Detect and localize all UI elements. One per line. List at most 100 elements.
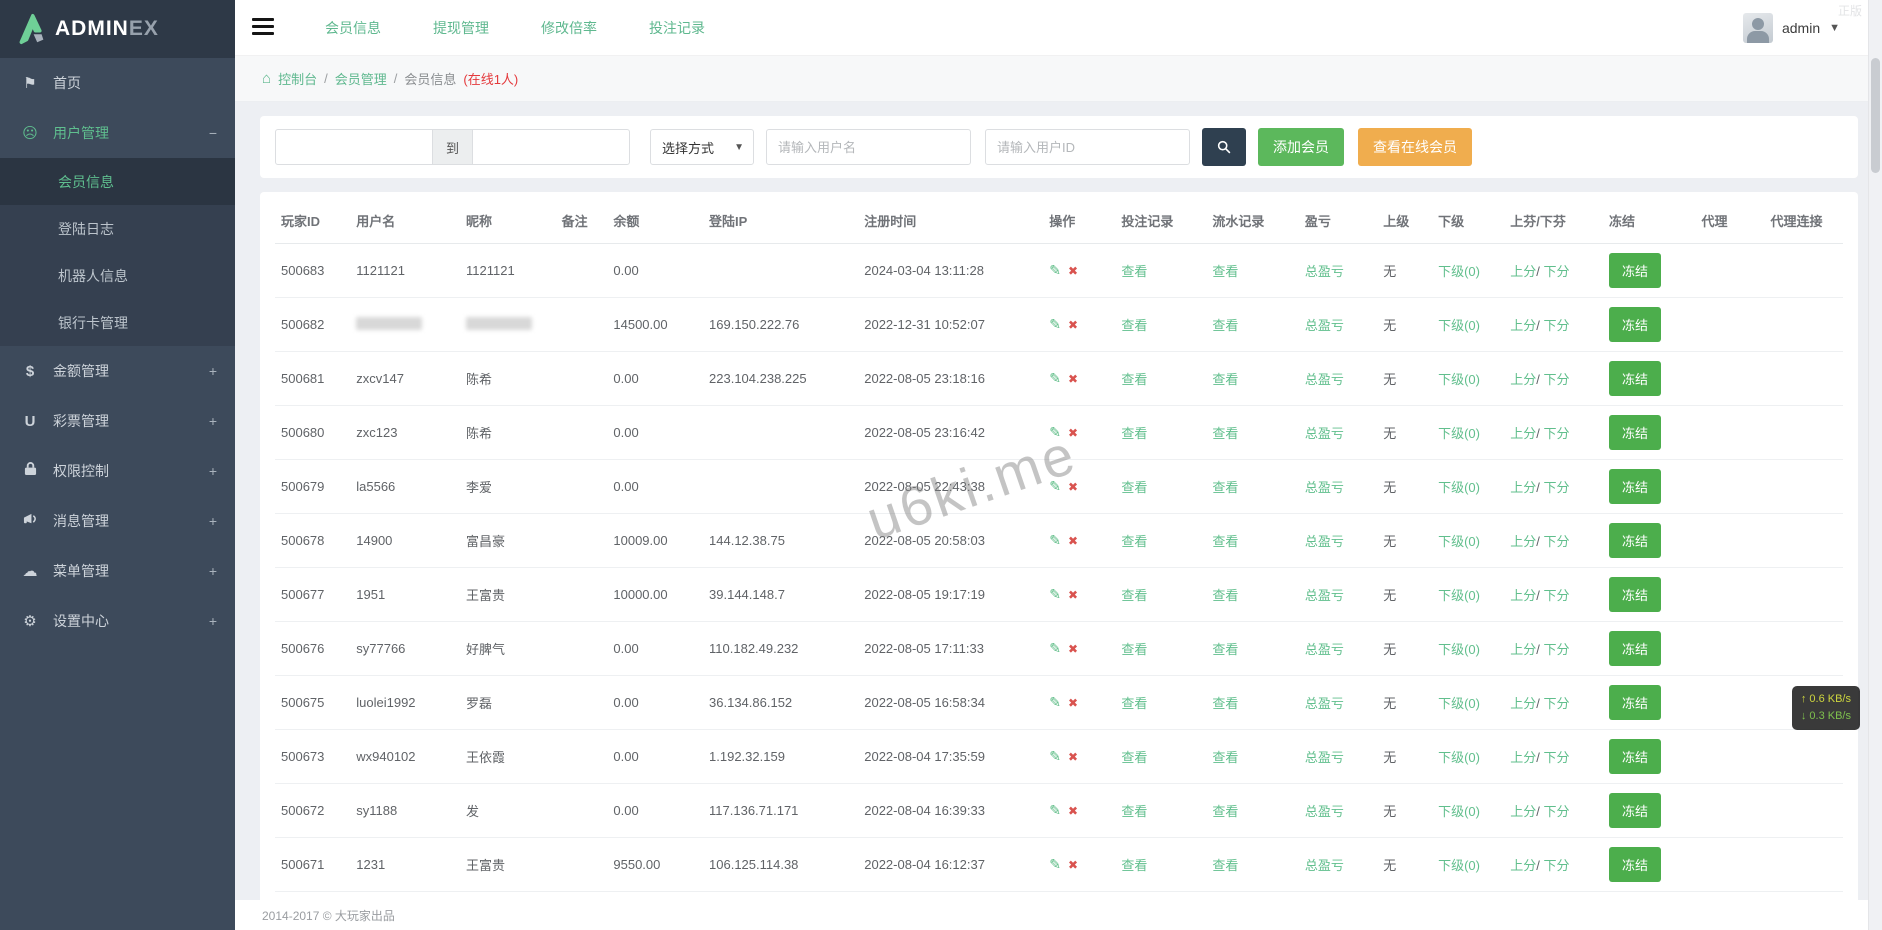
freeze-button[interactable]: 冻结 (1609, 739, 1662, 774)
scrollbar[interactable] (1868, 0, 1882, 930)
flow-records-link[interactable]: 查看 (1212, 696, 1238, 711)
add-points-link[interactable]: 上分 (1510, 588, 1536, 603)
edit-icon[interactable]: ✎ (1049, 262, 1061, 278)
subordinate-link[interactable]: 下级(0) (1438, 318, 1480, 333)
sub-points-link[interactable]: 下分 (1543, 642, 1569, 657)
topnav-withdraw-management[interactable]: 提现管理 (433, 18, 489, 38)
bet-records-link[interactable]: 查看 (1121, 426, 1147, 441)
add-points-link[interactable]: 上分 (1510, 264, 1536, 279)
delete-icon[interactable]: ✖ (1068, 642, 1078, 656)
delete-icon[interactable]: ✖ (1068, 480, 1078, 494)
flow-records-link[interactable]: 查看 (1212, 804, 1238, 819)
subordinate-link[interactable]: 下级(0) (1438, 426, 1480, 441)
total-profit-link[interactable]: 总盈亏 (1305, 858, 1344, 873)
flow-records-link[interactable]: 查看 (1212, 318, 1238, 333)
bet-records-link[interactable]: 查看 (1121, 264, 1147, 279)
total-profit-link[interactable]: 总盈亏 (1305, 804, 1344, 819)
total-profit-link[interactable]: 总盈亏 (1305, 426, 1344, 441)
sidebar-subitem-robot-info[interactable]: 机器人信息 (0, 252, 235, 299)
sidebar-subitem-bank-card[interactable]: 银行卡管理 (0, 299, 235, 346)
subordinate-link[interactable]: 下级(0) (1438, 804, 1480, 819)
bet-records-link[interactable]: 查看 (1121, 696, 1147, 711)
add-points-link[interactable]: 上分 (1510, 480, 1536, 495)
freeze-button[interactable]: 冻结 (1609, 415, 1662, 450)
edit-icon[interactable]: ✎ (1049, 370, 1061, 386)
add-member-button[interactable]: 添加会员 (1258, 128, 1345, 166)
delete-icon[interactable]: ✖ (1068, 858, 1078, 872)
edit-icon[interactable]: ✎ (1049, 316, 1061, 332)
delete-icon[interactable]: ✖ (1068, 372, 1078, 386)
sub-points-link[interactable]: 下分 (1543, 588, 1569, 603)
username-search-input[interactable] (766, 129, 972, 165)
freeze-button[interactable]: 冻结 (1609, 469, 1662, 504)
add-points-link[interactable]: 上分 (1510, 318, 1536, 333)
flow-records-link[interactable]: 查看 (1212, 750, 1238, 765)
total-profit-link[interactable]: 总盈亏 (1305, 750, 1344, 765)
sub-points-link[interactable]: 下分 (1543, 318, 1569, 333)
edit-icon[interactable]: ✎ (1049, 640, 1061, 656)
date-from-input[interactable] (275, 129, 433, 165)
bet-records-link[interactable]: 查看 (1121, 534, 1147, 549)
delete-icon[interactable]: ✖ (1068, 750, 1078, 764)
sub-points-link[interactable]: 下分 (1543, 372, 1569, 387)
add-points-link[interactable]: 上分 (1510, 696, 1536, 711)
sidebar-item-home[interactable]: ⚑ 首页 (0, 58, 235, 108)
freeze-button[interactable]: 冻结 (1609, 523, 1662, 558)
sub-points-link[interactable]: 下分 (1543, 534, 1569, 549)
sub-points-link[interactable]: 下分 (1543, 804, 1569, 819)
subordinate-link[interactable]: 下级(0) (1438, 480, 1480, 495)
sub-points-link[interactable]: 下分 (1543, 426, 1569, 441)
bet-records-link[interactable]: 查看 (1121, 318, 1147, 333)
freeze-button[interactable]: 冻结 (1609, 307, 1662, 342)
view-online-members-button[interactable]: 查看在线会员 (1358, 128, 1473, 166)
subordinate-link[interactable]: 下级(0) (1438, 264, 1480, 279)
breadcrumb-member-management[interactable]: 会员管理 (335, 69, 387, 88)
bet-records-link[interactable]: 查看 (1121, 858, 1147, 873)
select-mode-dropdown[interactable]: 选择方式 ▼ (650, 129, 755, 165)
date-to-input[interactable] (472, 129, 631, 165)
add-points-link[interactable]: 上分 (1510, 858, 1536, 873)
add-points-link[interactable]: 上分 (1510, 534, 1536, 549)
bet-records-link[interactable]: 查看 (1121, 642, 1147, 657)
flow-records-link[interactable]: 查看 (1212, 588, 1238, 603)
topnav-modify-odds[interactable]: 修改倍率 (541, 18, 597, 38)
freeze-button[interactable]: 冻结 (1609, 793, 1662, 828)
sidebar-item-user-management[interactable]: ☹ 用户管理 − (0, 108, 235, 158)
bet-records-link[interactable]: 查看 (1121, 480, 1147, 495)
sidebar-item-settings-center[interactable]: ⚙ 设置中心 + (0, 596, 235, 646)
topnav-member-info[interactable]: 会员信息 (325, 18, 381, 38)
total-profit-link[interactable]: 总盈亏 (1305, 480, 1344, 495)
add-points-link[interactable]: 上分 (1510, 642, 1536, 657)
subordinate-link[interactable]: 下级(0) (1438, 858, 1480, 873)
subordinate-link[interactable]: 下级(0) (1438, 696, 1480, 711)
delete-icon[interactable]: ✖ (1068, 264, 1078, 278)
freeze-button[interactable]: 冻结 (1609, 685, 1662, 720)
sub-points-link[interactable]: 下分 (1543, 750, 1569, 765)
sidebar-item-permission-control[interactable]: 权限控制 + (0, 446, 235, 496)
total-profit-link[interactable]: 总盈亏 (1305, 642, 1344, 657)
sub-points-link[interactable]: 下分 (1543, 264, 1569, 279)
bet-records-link[interactable]: 查看 (1121, 804, 1147, 819)
total-profit-link[interactable]: 总盈亏 (1305, 696, 1344, 711)
delete-icon[interactable]: ✖ (1068, 426, 1078, 440)
sub-points-link[interactable]: 下分 (1543, 858, 1569, 873)
sidebar-item-menu-management[interactable]: ☁ 菜单管理 + (0, 546, 235, 596)
flow-records-link[interactable]: 查看 (1212, 642, 1238, 657)
freeze-button[interactable]: 冻结 (1609, 253, 1662, 288)
sidebar-item-amount-management[interactable]: $ 金额管理 + (0, 346, 235, 396)
edit-icon[interactable]: ✎ (1049, 532, 1061, 548)
subordinate-link[interactable]: 下级(0) (1438, 750, 1480, 765)
flow-records-link[interactable]: 查看 (1212, 372, 1238, 387)
edit-icon[interactable]: ✎ (1049, 856, 1061, 872)
flow-records-link[interactable]: 查看 (1212, 264, 1238, 279)
bet-records-link[interactable]: 查看 (1121, 588, 1147, 603)
flow-records-link[interactable]: 查看 (1212, 858, 1238, 873)
total-profit-link[interactable]: 总盈亏 (1305, 588, 1344, 603)
edit-icon[interactable]: ✎ (1049, 748, 1061, 764)
user-menu[interactable]: admin ▼ (1742, 0, 1840, 56)
freeze-button[interactable]: 冻结 (1609, 847, 1662, 882)
search-button[interactable] (1202, 128, 1247, 166)
topnav-bet-records[interactable]: 投注记录 (649, 18, 705, 38)
edit-icon[interactable]: ✎ (1049, 802, 1061, 818)
sidebar-item-message-management[interactable]: 消息管理 + (0, 496, 235, 546)
